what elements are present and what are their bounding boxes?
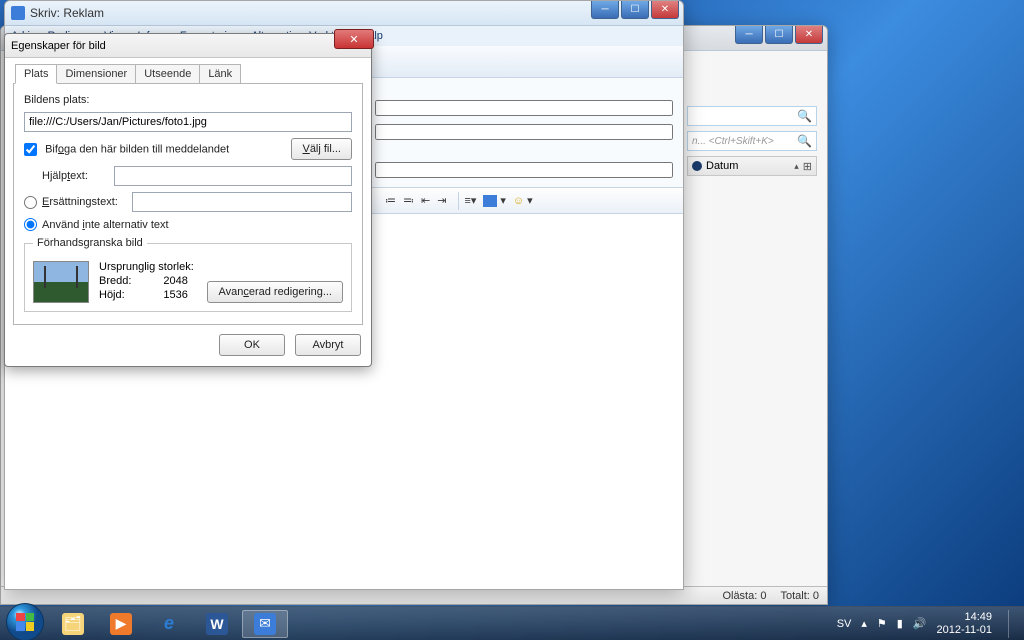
taskbar-ie[interactable]: e: [146, 610, 192, 638]
preview-meta: Ursprunglig storlek: Bredd: 2048 Höjd: 1…: [99, 261, 194, 301]
global-search[interactable]: 🔍: [687, 106, 817, 126]
tray-lang[interactable]: SV: [837, 618, 852, 630]
quick-filter-hint: n... <Ctrl+Skift+K>: [692, 136, 774, 147]
compose-titlebar[interactable]: Skriv: Reklam ─ ☐ ✕: [5, 1, 683, 26]
to-field[interactable]: [375, 100, 673, 116]
moon-icon: [692, 161, 702, 171]
image-properties-dialog: Egenskaper för bild ✕ Plats Dimensioner …: [4, 33, 372, 367]
close-button[interactable]: ✕: [795, 26, 823, 44]
column-config-icon[interactable]: ▴⊞: [794, 160, 812, 173]
height-label: Höjd:: [99, 289, 137, 301]
tray-date: 2012-11-01: [937, 624, 992, 636]
minimize-button[interactable]: ─: [591, 1, 619, 19]
no-alt-radio[interactable]: [24, 218, 37, 231]
tray-show-hidden-icon[interactable]: ▴: [861, 617, 867, 630]
advanced-edit-button[interactable]: Avancerad redigering...: [207, 281, 343, 303]
alt-text-radio[interactable]: [24, 196, 37, 209]
align-icon[interactable]: ≡▾: [464, 194, 476, 207]
system-tray: SV ▴ ⚑ ▮ 🔊 14:49 2012-11-01: [837, 610, 1018, 638]
ok-button[interactable]: OK: [219, 334, 285, 356]
alt-text-input[interactable]: [132, 192, 352, 212]
tray-network-icon[interactable]: ▮: [897, 617, 903, 630]
bullet-list-icon[interactable]: ≔: [385, 194, 396, 207]
tray-time: 14:49: [937, 611, 992, 623]
search-icon: 🔍: [797, 134, 812, 148]
tray-volume-icon[interactable]: 🔊: [913, 617, 927, 630]
orig-size-label: Ursprunglig storlek:: [99, 261, 194, 273]
tab-utseende[interactable]: Utseende: [135, 64, 200, 84]
minimize-button[interactable]: ─: [735, 26, 763, 44]
subject-field[interactable]: [375, 162, 673, 178]
compose-title: Skriv: Reklam: [30, 6, 104, 20]
thunderbird-icon: [11, 6, 25, 20]
preview-legend: Förhandsgranska bild: [33, 237, 147, 249]
tab-plats[interactable]: Plats: [15, 64, 57, 84]
smiley-icon[interactable]: ☺: [513, 195, 524, 207]
width-value: 2048: [163, 275, 193, 287]
maximize-button[interactable]: ☐: [621, 1, 649, 19]
outdent-icon[interactable]: ⇤: [421, 194, 430, 207]
tab-panel-plats: Bildens plats: Bifoga den här bilden til…: [13, 83, 363, 325]
tooltip-label: Hjälptext:: [24, 170, 114, 182]
taskbar-word[interactable]: W: [194, 610, 240, 638]
start-button[interactable]: [6, 603, 44, 640]
tray-clock[interactable]: 14:49 2012-11-01: [937, 611, 992, 635]
choose-file-button[interactable]: Välj fil...: [291, 138, 352, 160]
status-unread: Olästa: 0: [722, 590, 766, 602]
quick-filter-search[interactable]: n... <Ctrl+Skift+K> 🔍: [687, 131, 817, 151]
dialog-footer: OK Avbryt: [5, 334, 371, 366]
tab-dimensioner[interactable]: Dimensioner: [56, 64, 136, 84]
attach-checkbox[interactable]: [24, 143, 37, 156]
indent-icon[interactable]: ⇥: [437, 194, 446, 207]
column-header-date[interactable]: Datum ▴⊞: [687, 156, 817, 176]
height-value: 1536: [163, 289, 193, 301]
alt-text-radio-label[interactable]: Ersättningstext:: [24, 196, 132, 209]
tooltip-input[interactable]: [114, 166, 352, 186]
color-icon[interactable]: [483, 195, 497, 207]
attach-checkbox-label[interactable]: Bifoga den här bilden till meddelandet: [24, 143, 229, 156]
width-label: Bredd:: [99, 275, 137, 287]
status-total: Totalt: 0: [780, 590, 819, 602]
dialog-titlebar[interactable]: Egenskaper för bild ✕: [5, 34, 371, 58]
taskbar-explorer[interactable]: 🗂: [50, 610, 96, 638]
taskbar-media-player[interactable]: ▶: [98, 610, 144, 638]
taskbar: 🗂 ▶ e W ✉ SV ▴ ⚑ ▮ 🔊 14:49 2012-11-01: [0, 606, 1024, 640]
show-desktop-button[interactable]: [1008, 610, 1018, 638]
column-header-label: Datum: [706, 160, 738, 172]
to-field-2[interactable]: [375, 124, 673, 140]
dialog-title: Egenskaper för bild: [11, 40, 106, 52]
tab-lank[interactable]: Länk: [199, 64, 241, 84]
preview-fieldset: Förhandsgranska bild Ursprunglig storlek…: [24, 237, 352, 312]
close-button[interactable]: ✕: [651, 1, 679, 19]
search-icon: 🔍: [797, 109, 812, 123]
taskbar-thunderbird[interactable]: ✉: [242, 610, 288, 638]
image-location-label: Bildens plats:: [24, 94, 89, 106]
dialog-close-button[interactable]: ✕: [334, 29, 374, 49]
cancel-button[interactable]: Avbryt: [295, 334, 361, 356]
dialog-tabs: Plats Dimensioner Utseende Länk: [5, 58, 371, 84]
no-alt-radio-label[interactable]: Använd inte alternativ text: [24, 218, 169, 231]
number-list-icon[interactable]: ≕: [403, 194, 414, 207]
tray-flag-icon[interactable]: ⚑: [877, 617, 887, 630]
image-location-input[interactable]: [24, 112, 352, 132]
preview-thumbnail: [33, 261, 89, 303]
maximize-button[interactable]: ☐: [765, 26, 793, 44]
